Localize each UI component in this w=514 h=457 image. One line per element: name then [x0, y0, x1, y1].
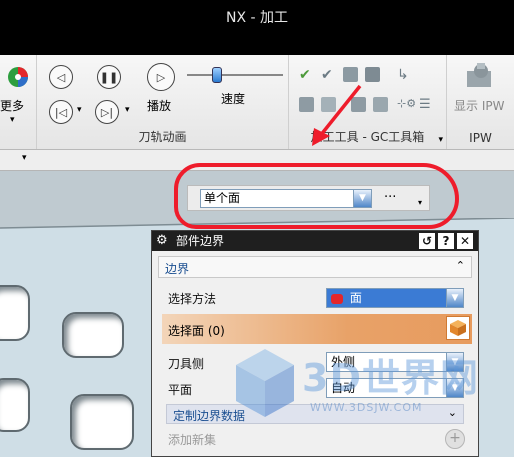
pocket-hole: [0, 285, 30, 341]
reset-icon[interactable]: ↺: [419, 233, 435, 249]
gear-icon[interactable]: ⚙: [156, 231, 168, 251]
show-ipw-label[interactable]: 显示 IPW: [454, 97, 504, 114]
speed-label: 速度: [221, 92, 246, 106]
more-chevron-icon[interactable]: ▾: [10, 115, 15, 125]
plane-dropdown[interactable]: 自动 ▼: [326, 378, 464, 398]
group-expand-icon[interactable]: ▾: [438, 135, 443, 145]
dropdown-arrow-icon[interactable]: ▼: [446, 379, 463, 397]
select-face-label: 选择面 (0): [168, 324, 225, 338]
more-button-label[interactable]: 更多: [0, 97, 24, 114]
ribbon: 更多 ▾ ◁ ❚❚ ▷ |◁ ▾ ▷| ▾ 播放 速度 刀轨动画 ✔ ✔ ↳ ⊹…: [0, 55, 514, 150]
custom-boundary-data-section[interactable]: 定制边界数据 ⌄: [166, 404, 464, 424]
measure-icon[interactable]: ↳: [397, 67, 412, 83]
skip-back-button[interactable]: |◁: [49, 100, 73, 124]
close-icon[interactable]: ✕: [457, 233, 473, 249]
ribbon-group-ipw: 显示 IPW IPW: [447, 55, 514, 149]
dropdown-arrow-icon[interactable]: ▼: [446, 289, 463, 307]
help-icon[interactable]: ?: [438, 233, 454, 249]
show-ipw-icon[interactable]: [463, 61, 497, 91]
face-type-icon: [331, 293, 343, 304]
collapse-icon[interactable]: ⌃: [456, 259, 465, 272]
skip-back-dropdown-icon[interactable]: ▾: [77, 105, 82, 115]
pocket-hole: [70, 394, 134, 450]
play-label: 播放: [147, 99, 172, 113]
pocket-hole: [0, 378, 30, 432]
select-method-dropdown[interactable]: 面 ▼: [326, 288, 464, 308]
cube-icon: [450, 320, 466, 336]
add-new-set-button[interactable]: +: [445, 429, 465, 449]
ribbon-group-toolpath-animation: ◁ ❚❚ ▷ |◁ ▾ ▷| ▾ 播放 速度 刀轨动画: [37, 55, 289, 149]
annotation-arrow: [312, 84, 362, 146]
tool-side-dropdown[interactable]: 外侧 ▼: [326, 352, 464, 372]
layers-icon[interactable]: ☰: [419, 97, 434, 112]
step-back-button[interactable]: ◁: [49, 65, 73, 89]
list-icon[interactable]: [373, 97, 388, 112]
tool-side-value: 外侧: [331, 355, 356, 369]
custom-boundary-label: 定制边界数据: [173, 409, 246, 423]
group-label-toolpath-animation: 刀轨动画: [138, 130, 187, 144]
window-title: NX - 加工: [225, 10, 288, 26]
speed-slider-thumb[interactable]: [211, 67, 222, 83]
coord-icon[interactable]: ⊹⚙: [397, 97, 416, 112]
tool-side-label: 刀具侧: [168, 357, 205, 371]
boundary-section-header[interactable]: 边界 ⌃: [158, 256, 472, 278]
play-button[interactable]: ▷: [147, 63, 175, 91]
dialog-title-bar: ⚙ 部件边界 ↺ ? ✕: [152, 231, 478, 251]
skip-forward-button[interactable]: ▷|: [95, 100, 119, 124]
skip-forward-dropdown-icon[interactable]: ▾: [125, 105, 130, 115]
group-label-ipw: IPW: [469, 131, 492, 145]
plane-value: 自动: [331, 381, 356, 395]
select-method-value: 面: [349, 291, 362, 305]
select-face-button[interactable]: [446, 316, 470, 340]
section-label: 边界: [165, 262, 190, 276]
plane-label: 平面: [168, 383, 193, 397]
dropdown-arrow-icon[interactable]: ▼: [446, 353, 463, 371]
ribbon-group-more: 更多 ▾: [0, 55, 37, 149]
pause-button[interactable]: ❚❚: [97, 65, 121, 89]
color-wheel-icon[interactable]: [6, 65, 30, 89]
pocket-hole: [62, 312, 124, 358]
part-boundary-dialog: ⚙ 部件边界 ↺ ? ✕ 边界 ⌃ 选择方法 面 ▼ 选择面 (0) 刀具侧 外…: [151, 230, 479, 457]
title-bar: NX - 加工: [0, 0, 514, 55]
toolbar-chevron-icon[interactable]: ▾: [22, 153, 27, 163]
select-method-label: 选择方法: [168, 292, 217, 306]
annotation-circle: [174, 163, 459, 229]
dialog-title: 部件边界: [176, 234, 225, 248]
expand-icon[interactable]: ⌄: [448, 406, 457, 419]
speed-slider[interactable]: [187, 74, 283, 76]
select-face-row[interactable]: 选择面 (0): [162, 314, 472, 344]
add-new-set-label: 添加新集: [168, 433, 217, 447]
